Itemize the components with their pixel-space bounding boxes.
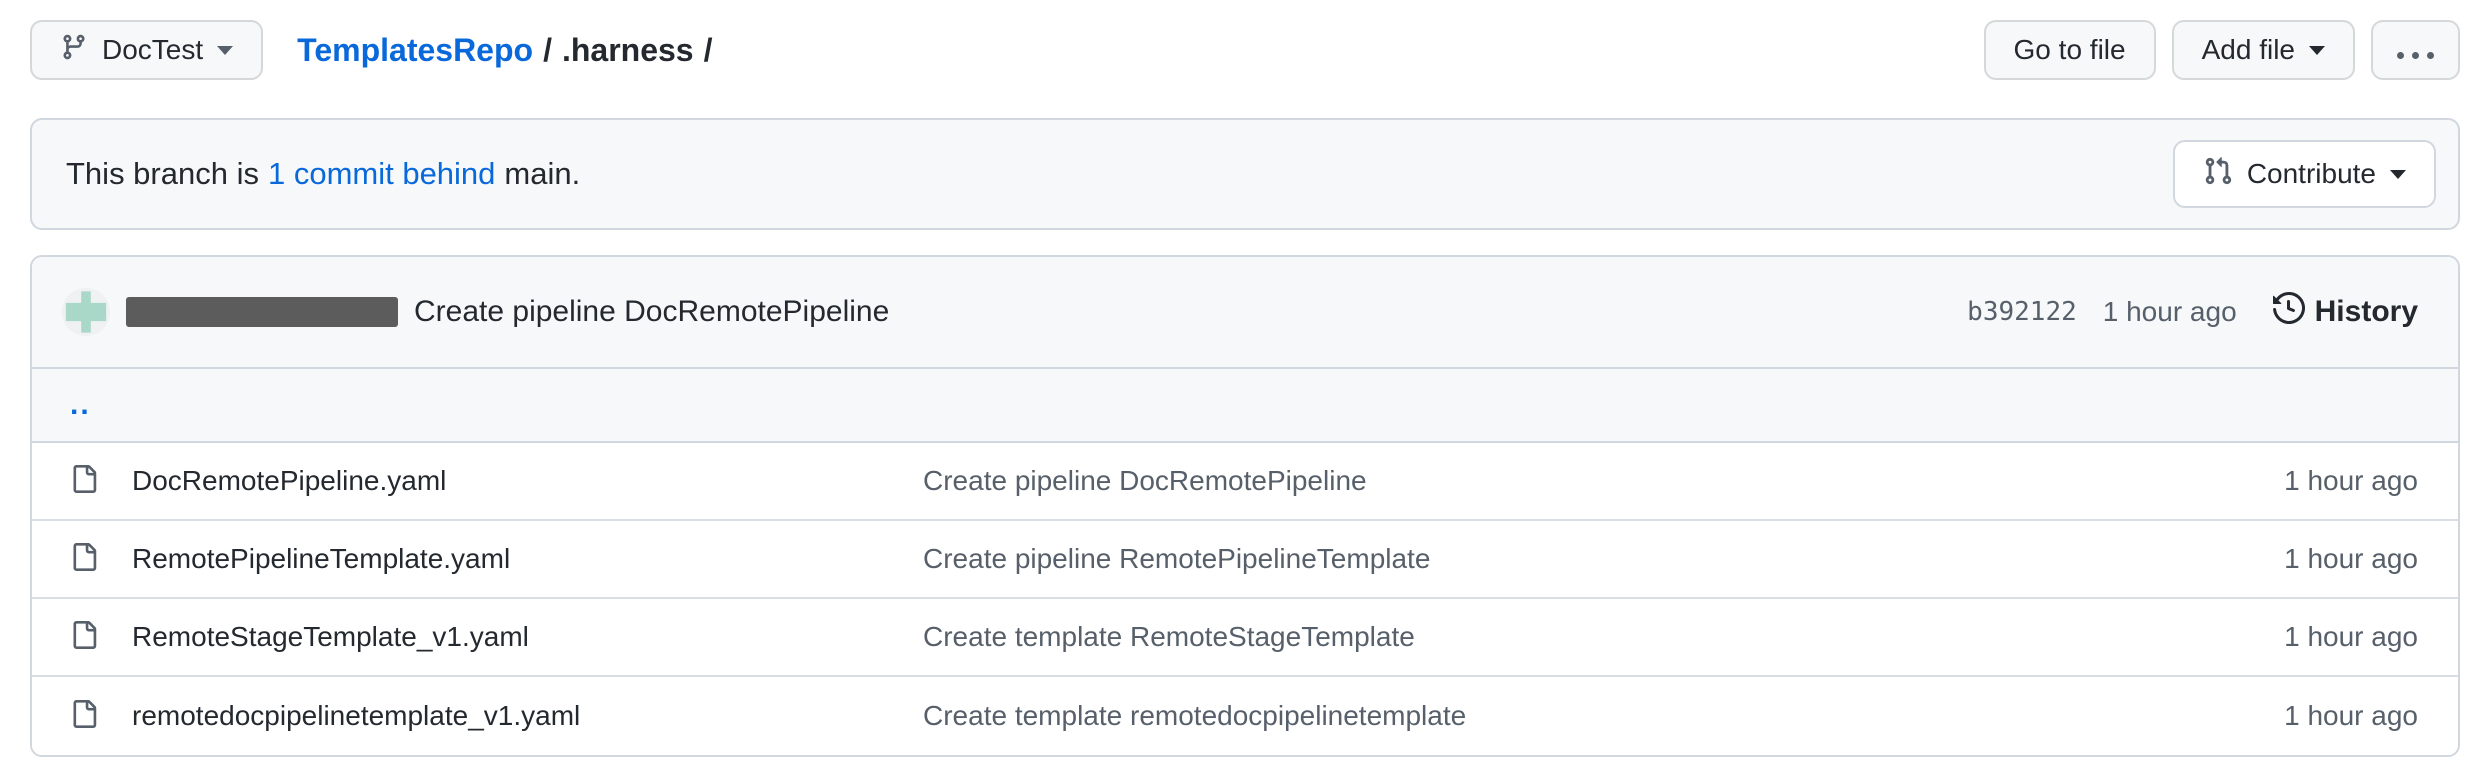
repo-file-browser: DocTest TemplatesRepo / .harness / Go to… <box>0 20 2490 784</box>
branch-status-suffix: main. <box>504 156 580 192</box>
file-name-link[interactable]: RemotePipelineTemplate.yaml <box>132 543 889 575</box>
branch-status-banner: This branch is 1 commit behind main. Con… <box>30 118 2460 230</box>
add-file-label: Add file <box>2202 34 2295 66</box>
file-commit-message-link[interactable]: Create template RemoteStageTemplate <box>923 621 2164 653</box>
breadcrumb-current-folder: .harness <box>562 32 694 69</box>
file-commit-message-link[interactable]: Create template remotedocpipelinetemplat… <box>923 700 2164 732</box>
contribute-label: Contribute <box>2247 158 2376 190</box>
file-commit-message-link[interactable]: Create pipeline RemotePipelineTemplate <box>923 543 2164 575</box>
contribute-button[interactable]: Contribute <box>2173 140 2436 208</box>
branch-selector-button[interactable]: DocTest <box>30 20 263 80</box>
history-link[interactable]: History <box>2273 292 2418 332</box>
toolbar: DocTest TemplatesRepo / .harness / Go to… <box>30 20 2460 80</box>
redacted-author-name[interactable] <box>126 297 398 327</box>
history-clock-icon <box>2273 292 2305 332</box>
file-name-link[interactable]: RemoteStageTemplate_v1.yaml <box>132 621 889 653</box>
latest-commit-message[interactable]: Create pipeline DocRemotePipeline <box>414 295 889 329</box>
toolbar-actions: Go to file Add file <box>1984 20 2460 80</box>
breadcrumb: TemplatesRepo / .harness / <box>297 32 712 69</box>
chevron-down-icon <box>217 46 233 55</box>
chevron-down-icon <box>2390 170 2406 179</box>
commit-timestamp: 1 hour ago <box>2103 296 2237 328</box>
contribute-icon <box>2203 156 2233 193</box>
file-icon <box>70 465 98 498</box>
file-browser-box: Create pipeline DocRemotePipeline b39212… <box>30 255 2460 757</box>
file-commit-time: 1 hour ago <box>2198 465 2418 497</box>
file-commit-message-link[interactable]: Create pipeline DocRemotePipeline <box>923 465 2164 497</box>
table-row: remotedocpipelinetemplate_v1.yaml Create… <box>32 677 2458 755</box>
breadcrumb-separator: / <box>543 32 552 69</box>
latest-commit-header: Create pipeline DocRemotePipeline b39212… <box>32 257 2458 369</box>
table-row: DocRemotePipeline.yaml Create pipeline D… <box>32 443 2458 521</box>
file-commit-time: 1 hour ago <box>2198 700 2418 732</box>
branch-status-prefix: This branch is <box>66 156 259 192</box>
go-to-file-button[interactable]: Go to file <box>1984 20 2156 80</box>
author-avatar[interactable] <box>62 288 110 336</box>
commit-sha-link[interactable]: b392122 <box>1967 297 2077 327</box>
file-commit-time: 1 hour ago <box>2198 621 2418 653</box>
parent-directory-link[interactable]: .. <box>70 388 91 422</box>
breadcrumb-repo-link[interactable]: TemplatesRepo <box>297 32 533 69</box>
parent-directory-row[interactable]: .. <box>32 369 2458 443</box>
breadcrumb-trailing-separator: / <box>704 32 713 69</box>
file-name-link[interactable]: DocRemotePipeline.yaml <box>132 465 889 497</box>
add-file-button[interactable]: Add file <box>2172 20 2355 80</box>
commits-behind-link[interactable]: 1 commit behind <box>268 156 495 192</box>
kebab-horizontal-icon <box>2397 34 2434 66</box>
file-icon <box>70 700 98 733</box>
table-row: RemoteStageTemplate_v1.yaml Create templ… <box>32 599 2458 677</box>
file-icon <box>70 543 98 576</box>
table-row: RemotePipelineTemplate.yaml Create pipel… <box>32 521 2458 599</box>
git-branch-icon <box>60 33 88 68</box>
branch-name-label: DocTest <box>102 34 203 66</box>
history-label: History <box>2315 295 2418 329</box>
chevron-down-icon <box>2309 46 2325 55</box>
branch-status-text: This branch is 1 commit behind main. <box>66 156 580 192</box>
file-name-link[interactable]: remotedocpipelinetemplate_v1.yaml <box>132 700 889 732</box>
more-options-button[interactable] <box>2371 20 2460 80</box>
file-commit-time: 1 hour ago <box>2198 543 2418 575</box>
file-icon <box>70 621 98 654</box>
latest-commit-meta: b392122 1 hour ago History <box>1967 292 2418 332</box>
